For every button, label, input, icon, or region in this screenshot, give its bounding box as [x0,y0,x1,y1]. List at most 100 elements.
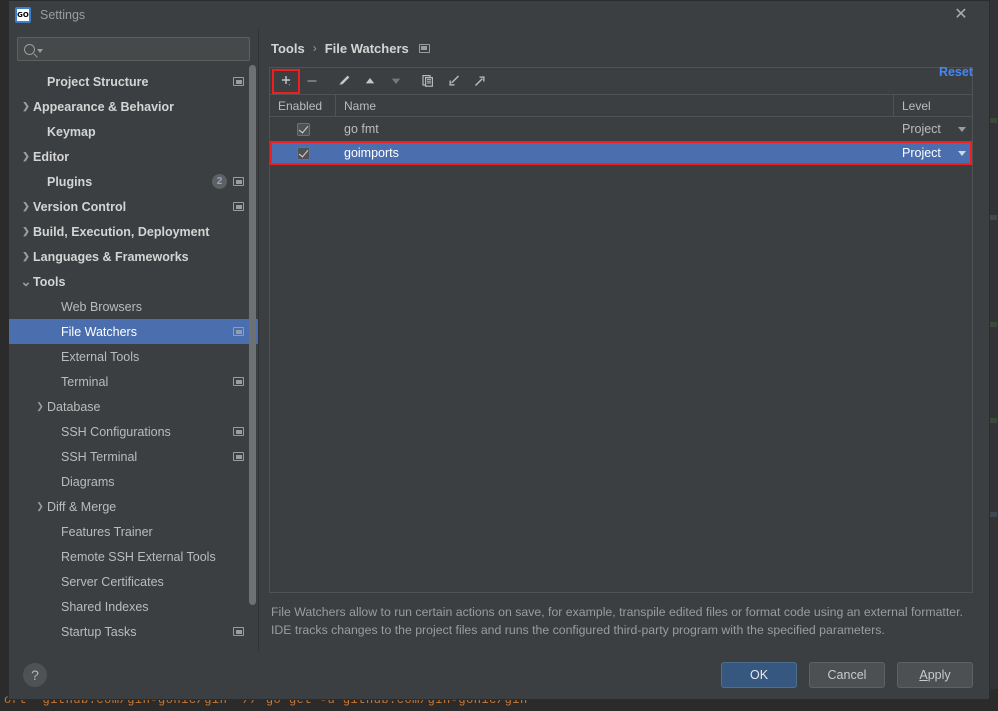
sidebar-item-project-structure[interactable]: Project Structure [9,69,258,94]
sidebar-item-tools[interactable]: ⌄ Tools [9,269,258,294]
sidebar-item-label: Build, Execution, Deployment [33,224,210,239]
sidebar-item-server-certificates[interactable]: Server Certificates [9,569,258,594]
sidebar-scrollbar[interactable] [249,65,256,605]
plugin-update-badge: 2 [212,174,227,189]
import-arrow-icon [449,75,460,86]
cancel-button[interactable]: Cancel [809,662,885,688]
sidebar-item-label: Version Control [33,199,127,214]
sidebar-item-editor[interactable]: ❯ Editor [9,144,258,169]
sidebar-item-remote-ssh-external-tools[interactable]: Remote SSH External Tools [9,544,258,569]
chevron-down-icon[interactable] [958,150,966,156]
move-down-button[interactable] [383,70,409,93]
dialog-footer: ? OK Cancel Apply [9,651,989,699]
chevron-right-icon[interactable]: ❯ [33,402,47,411]
table-body[interactable]: go fmt Project goimports Project [270,117,972,592]
sidebar-item-languages-frameworks[interactable]: ❯ Languages & Frameworks [9,244,258,269]
table-header: Enabled Name Level [270,95,972,117]
watcher-name-cell[interactable]: go fmt [336,117,894,141]
sidebar-item-plugins[interactable]: Plugins 2 [9,169,258,194]
help-button[interactable]: ? [23,663,47,687]
sidebar-item-label: Terminal [61,374,109,389]
modified-marker-icon [233,177,244,186]
level-value: Project [902,122,941,136]
chevron-right-icon[interactable]: ❯ [33,502,47,511]
modified-marker-icon [233,627,244,636]
breadcrumb-separator: › [312,41,317,55]
footer-buttons: OK Cancel Apply [721,662,973,688]
level-cell[interactable]: Project [894,117,972,141]
apply-button[interactable]: Apply [897,662,973,688]
watcher-name-cell[interactable]: goimports [336,141,894,165]
modified-marker-icon [233,377,244,386]
settings-tree[interactable]: Project Structure ❯ Appearance & Behavior K… [9,67,258,651]
add-button[interactable] [272,68,300,94]
chevron-right-icon[interactable]: ❯ [19,252,33,261]
sidebar-item-label: File Watchers [61,324,137,339]
arrow-down-icon [391,78,401,84]
import-button[interactable] [441,70,467,93]
modified-marker-icon [233,427,244,436]
sidebar-item-version-control[interactable]: ❯ Version Control [9,194,258,219]
table-row[interactable]: go fmt Project [270,117,972,141]
chevron-right-icon[interactable]: ❯ [19,227,33,236]
enabled-cell[interactable] [270,117,336,141]
column-header-enabled[interactable]: Enabled [270,95,336,116]
level-cell[interactable]: Project [894,141,972,165]
breadcrumb: Tools › File Watchers [269,29,973,67]
sidebar-item-build-execution-deployment[interactable]: ❯ Build, Execution, Deployment [9,219,258,244]
sidebar-item-ssh-configurations[interactable]: SSH Configurations [9,419,258,444]
sidebar-item-ssh-terminal[interactable]: SSH Terminal [9,444,258,469]
close-icon[interactable]: ✕ [951,5,971,25]
chevron-down-icon[interactable]: ⌄ [19,275,33,288]
chevron-right-icon[interactable]: ❯ [19,102,33,111]
sidebar-item-diff-merge[interactable]: ❯ Diff & Merge [9,494,258,519]
sidebar-item-diagrams[interactable]: Diagrams [9,469,258,494]
sidebar-item-label: Keymap [47,124,96,139]
copy-button[interactable] [415,70,441,93]
sidebar-item-startup-tasks[interactable]: Startup Tasks [9,619,258,644]
enabled-checkbox[interactable] [296,146,310,160]
level-value: Project [902,146,941,160]
modified-marker-icon [233,452,244,461]
sidebar-item-database[interactable]: ❯ Database [9,394,258,419]
chevron-right-icon[interactable]: ❯ [19,202,33,211]
sidebar-item-shared-indexes[interactable]: Shared Indexes [9,594,258,619]
sidebar-item-file-watchers[interactable]: File Watchers [9,319,258,344]
reset-link[interactable]: Reset [939,65,973,79]
breadcrumb-parent[interactable]: Tools [271,41,305,56]
sidebar-item-keymap[interactable]: Keymap [9,119,258,144]
move-up-button[interactable] [357,70,383,93]
chevron-down-icon[interactable] [958,126,966,132]
column-header-level[interactable]: Level [894,95,972,116]
sidebar-item-terminal[interactable]: Terminal [9,369,258,394]
table-row[interactable]: goimports Project [270,141,972,165]
minus-icon [307,80,317,82]
breadcrumb-current: File Watchers [324,40,409,56]
column-header-name[interactable]: Name [336,95,894,116]
ok-button[interactable]: OK [721,662,797,688]
sidebar-item-web-browsers[interactable]: Web Browsers [9,294,258,319]
sidebar-item-label: Tools [33,274,66,289]
sidebar-item-label: SSH Configurations [61,424,171,439]
sidebar-item-appearance-behavior[interactable]: ❯ Appearance & Behavior [9,94,258,119]
enabled-cell[interactable] [270,141,336,165]
sidebar-item-label: Diff & Merge [47,499,117,514]
chevron-right-icon[interactable]: ❯ [19,152,33,161]
modified-marker-icon [233,327,244,336]
enabled-checkbox[interactable] [296,122,310,136]
copy-icon [422,74,434,87]
sidebar-item-features-trainer[interactable]: Features Trainer [9,519,258,544]
export-button[interactable] [467,70,493,93]
sidebar-item-label: Languages & Frameworks [33,249,189,264]
search-input[interactable] [49,42,243,56]
dialog-body: Project Structure ❯ Appearance & Behavior K… [9,29,989,651]
edit-button[interactable] [331,70,357,93]
arrow-up-icon [365,78,375,84]
sidebar-item-external-tools[interactable]: External Tools [9,344,258,369]
export-arrow-icon [474,76,485,87]
search-box[interactable] [17,37,250,61]
chevron-down-icon [37,48,43,53]
remove-button[interactable] [299,70,325,93]
panel-description: File Watchers allow to run certain actio… [271,605,963,637]
sidebar-item-label: Web Browsers [61,299,143,314]
